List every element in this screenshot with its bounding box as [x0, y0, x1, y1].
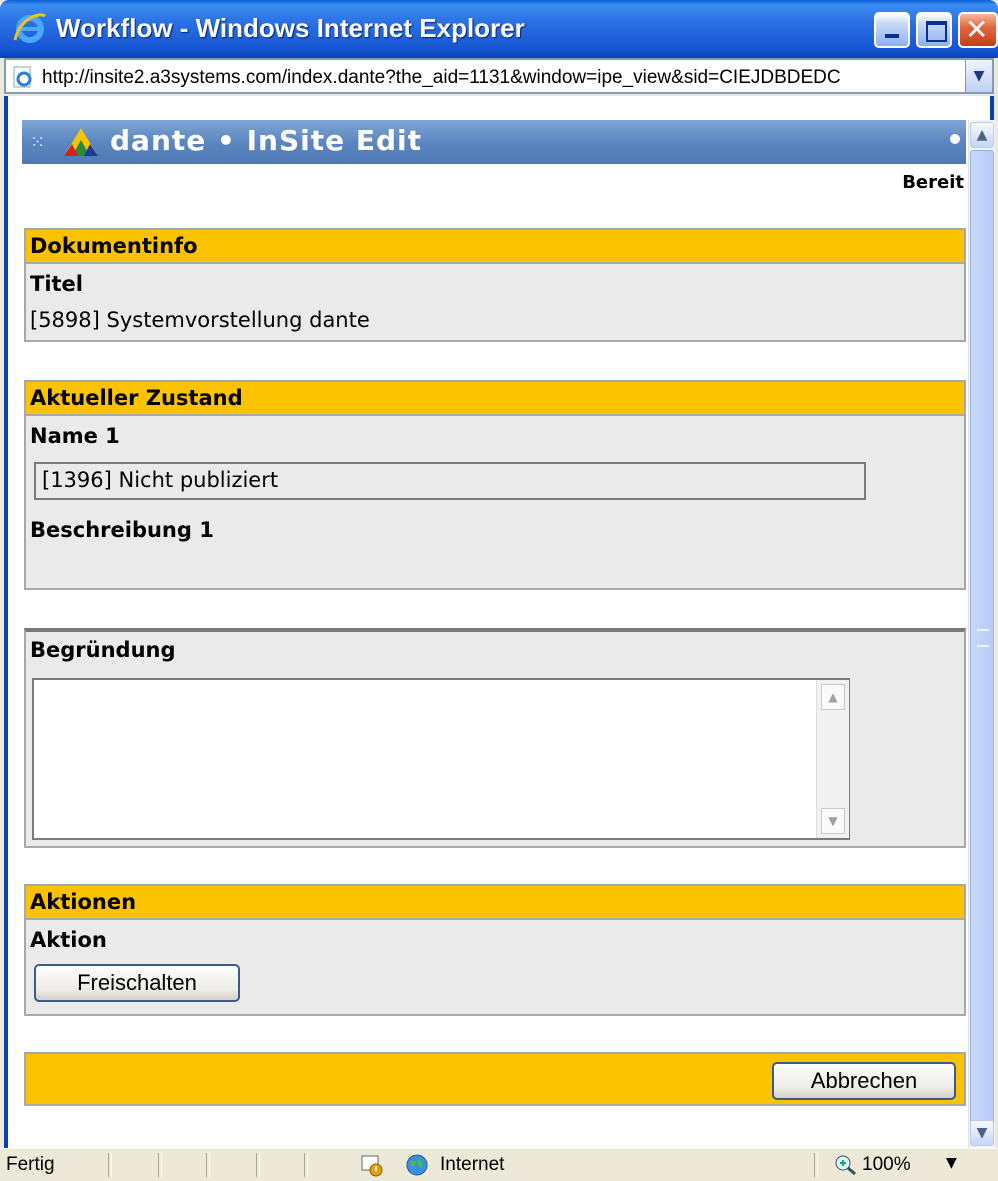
zoom-icon[interactable] [834, 1154, 858, 1176]
scroll-up-icon[interactable]: ▲ [970, 122, 994, 148]
dante-logo-icon [64, 128, 98, 156]
reason-label: Begründung [30, 638, 176, 662]
freischalten-button[interactable]: Freischalten [34, 964, 240, 1002]
action-label: Aktion [30, 928, 107, 952]
section-heading: Aktionen [26, 886, 964, 920]
status-separator [158, 1153, 162, 1177]
zoom-level[interactable]: 100% [862, 1154, 911, 1176]
section-aktueller-zustand: Aktueller Zustand Name 1 [1396] Nicht pu… [24, 380, 966, 590]
header-dot-icon [950, 134, 960, 144]
reason-textarea[interactable] [32, 678, 850, 840]
status-separator [814, 1153, 818, 1177]
scroll-down-icon[interactable]: ▼ [970, 1120, 994, 1146]
globe-icon [406, 1154, 428, 1176]
app-header: ⁙ dante • InSite Edit [22, 120, 966, 164]
address-bar[interactable]: http://insite2.a3systems.com/index.dante… [4, 58, 994, 94]
security-icon[interactable] [360, 1153, 384, 1177]
window-title-bar: Workflow - Windows Internet Explorer ✕ [0, 0, 998, 58]
scroll-down-icon[interactable]: ▼ [821, 808, 845, 834]
page-icon [13, 66, 32, 88]
close-icon: ✕ [965, 13, 989, 46]
status-separator [304, 1153, 308, 1177]
cancel-button[interactable]: Abbrechen [772, 1062, 956, 1100]
zone-text: Internet [440, 1154, 505, 1175]
section-dokumentinfo: Dokumentinfo Titel [5898] Systemvorstell… [24, 228, 966, 342]
window-title: Workflow - Windows Internet Explorer [56, 13, 525, 43]
section-heading: Dokumentinfo [26, 230, 964, 264]
footer-bar: Abbrechen [24, 1052, 966, 1106]
section-begruendung: Begründung ▲ ▼ [24, 628, 966, 848]
page-scrollbar[interactable]: ▲ ▼ [968, 120, 995, 1148]
status-separator [206, 1153, 210, 1177]
name-value-field: [1396] Nicht publiziert [34, 462, 866, 500]
title-value: [5898] Systemvorstellung dante [30, 308, 370, 332]
maximize-button[interactable] [916, 12, 952, 48]
grip-icon: ⁙ [30, 132, 46, 153]
grip-icon [977, 629, 989, 647]
ie-logo-icon [13, 13, 46, 43]
status-text: Fertig [6, 1154, 55, 1175]
zoom-dropdown-icon[interactable]: ▼ [946, 1155, 957, 1171]
dropdown-icon[interactable]: ▼ [965, 60, 992, 92]
status-bar: Fertig Internet 100% ▼ [0, 1148, 998, 1181]
scroll-thumb[interactable] [970, 150, 994, 1142]
status-label: Bereit [902, 172, 964, 193]
section-aktionen: Aktionen Aktion Freischalten [24, 884, 966, 1016]
status-separator [108, 1153, 112, 1177]
description-label: Beschreibung 1 [30, 518, 214, 542]
status-separator [256, 1153, 260, 1177]
title-label: Titel [30, 272, 84, 296]
name-label: Name 1 [30, 424, 120, 448]
minimize-icon [885, 34, 899, 38]
app-title: dante • InSite Edit [110, 124, 423, 157]
scroll-up-icon[interactable]: ▲ [821, 684, 845, 710]
url-text[interactable]: http://insite2.a3systems.com/index.dante… [42, 67, 962, 89]
maximize-icon [926, 21, 947, 42]
textarea-scrollbar[interactable]: ▲ ▼ [816, 680, 849, 838]
section-heading: Aktueller Zustand [26, 382, 964, 416]
minimize-button[interactable] [874, 12, 910, 48]
close-button[interactable]: ✕ [958, 12, 998, 48]
